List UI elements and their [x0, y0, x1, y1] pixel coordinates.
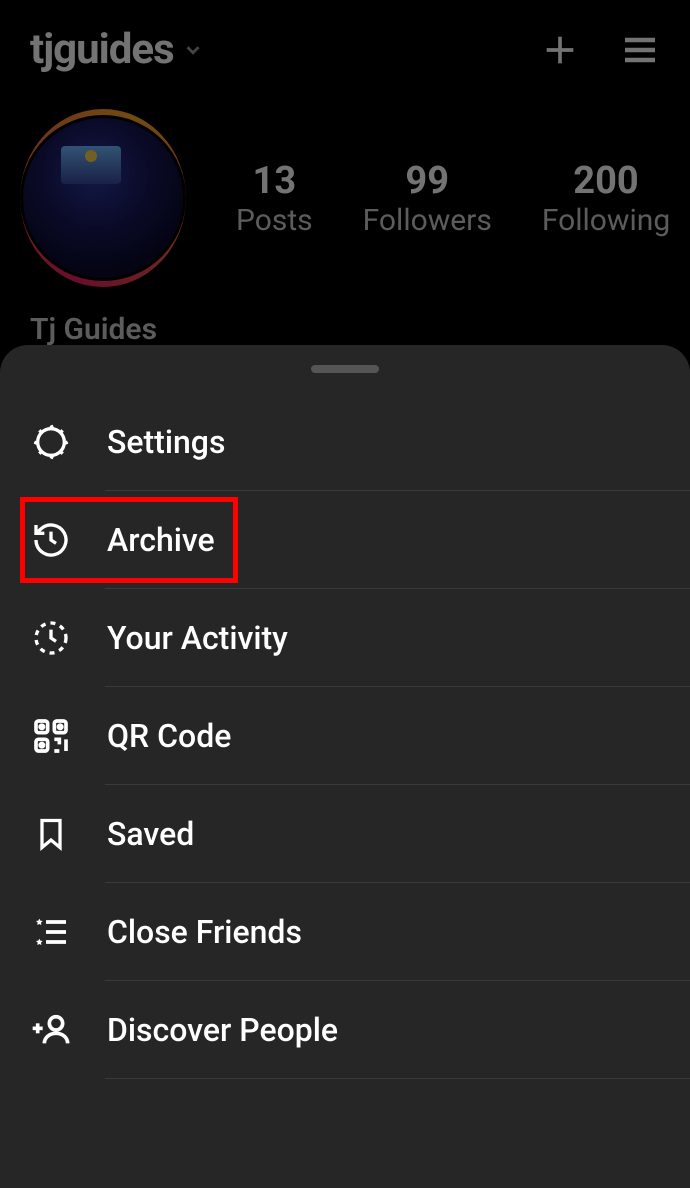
username-switcher[interactable]: tjguides	[30, 25, 204, 74]
menu-item-your-activity[interactable]: Your Activity	[0, 589, 690, 687]
avatar	[20, 115, 186, 281]
settings-icon	[30, 421, 72, 463]
avatar-story-ring[interactable]	[20, 109, 186, 287]
stat-posts[interactable]: 13 Posts	[236, 159, 313, 238]
menu-item-label: QR Code	[107, 717, 231, 755]
menu-bottom-sheet: Settings Archive Your Activity	[0, 345, 690, 1188]
profile-header: tjguides	[0, 0, 690, 99]
archive-icon	[30, 519, 72, 561]
stat-following[interactable]: 200 Following	[542, 159, 670, 238]
qr-code-icon	[30, 715, 72, 757]
chevron-down-icon	[182, 39, 204, 61]
saved-icon	[30, 813, 72, 855]
stat-posts-label: Posts	[236, 203, 313, 238]
menu-item-close-friends[interactable]: Close Friends	[0, 883, 690, 981]
discover-people-icon	[30, 1009, 72, 1051]
stat-posts-count: 13	[236, 159, 313, 203]
menu-item-archive[interactable]: Archive	[0, 491, 690, 589]
stat-followers-count: 99	[363, 159, 492, 203]
profile-row: 13 Posts 99 Followers 200 Following	[0, 99, 690, 297]
menu-item-label: Discover People	[107, 1011, 338, 1049]
stat-following-label: Following	[542, 203, 670, 238]
menu-item-qr-code[interactable]: QR Code	[0, 687, 690, 785]
username: tjguides	[30, 25, 174, 74]
close-friends-icon	[30, 911, 72, 953]
create-icon[interactable]	[540, 30, 580, 70]
menu-item-label: Archive	[107, 521, 215, 559]
stat-following-count: 200	[542, 159, 670, 203]
stat-followers-label: Followers	[363, 203, 492, 238]
menu-item-label: Settings	[107, 423, 225, 461]
menu-item-label: Saved	[107, 815, 194, 853]
hamburger-menu-icon[interactable]	[620, 30, 660, 70]
menu-item-settings[interactable]: Settings	[0, 393, 690, 491]
menu-item-label: Close Friends	[107, 913, 302, 951]
activity-icon	[30, 617, 72, 659]
menu-item-label: Your Activity	[107, 619, 288, 657]
stat-followers[interactable]: 99 Followers	[363, 159, 492, 238]
menu-item-discover-people[interactable]: Discover People	[0, 981, 690, 1079]
menu-item-saved[interactable]: Saved	[0, 785, 690, 883]
sheet-grabber[interactable]	[311, 365, 379, 373]
